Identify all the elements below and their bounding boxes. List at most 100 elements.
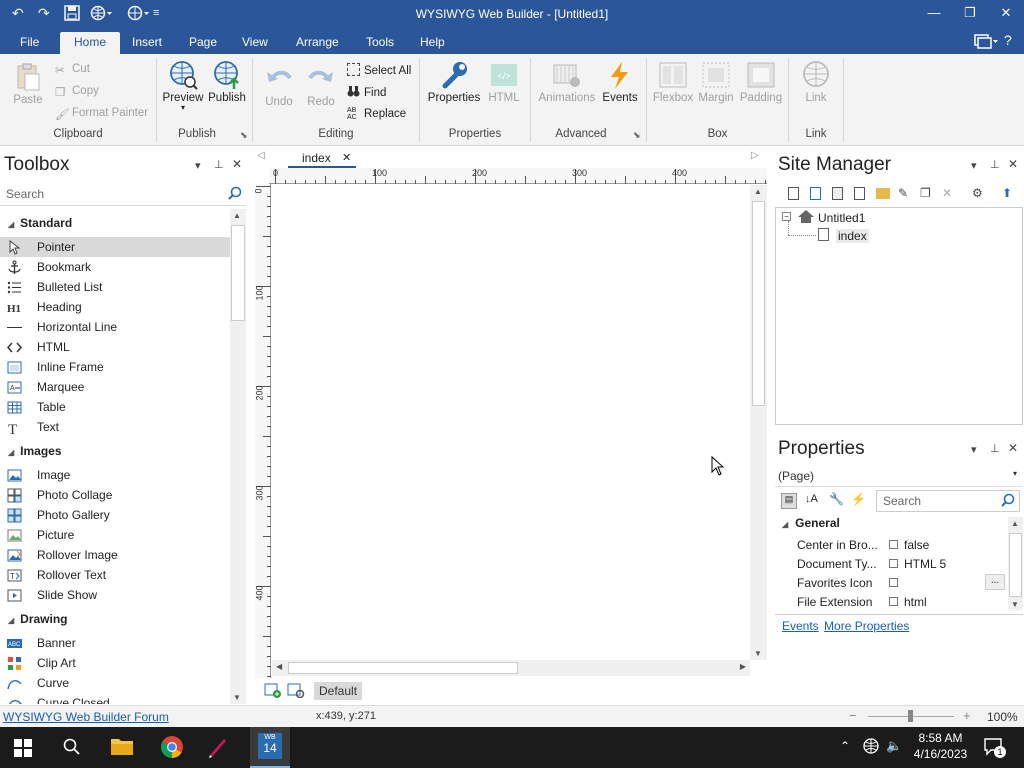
zoom-in-icon[interactable]: + <box>963 708 971 723</box>
find-button[interactable]: Find <box>347 85 386 99</box>
help-icon[interactable]: ? <box>1004 32 1012 48</box>
object-selector[interactable]: (Page) ▾ <box>775 467 1023 487</box>
preview-button[interactable]: Preview ▾ <box>162 60 204 112</box>
menu-help[interactable]: Help <box>420 35 445 49</box>
publish-launcher-icon[interactable]: ⬊ <box>240 130 248 141</box>
toolbox-item-photo-gallery[interactable]: Photo Gallery <box>0 505 230 525</box>
site-manager-dropdown-icon[interactable]: ▾ <box>971 159 977 172</box>
animations-button[interactable]: Animations <box>536 60 598 104</box>
advanced-launcher-icon[interactable]: ⬊ <box>633 130 641 141</box>
cut-button[interactable]: ✂ Cut <box>55 63 90 77</box>
properties-close-icon[interactable]: ✕ <box>1008 441 1018 455</box>
copy-button[interactable]: ❐ Copy <box>55 85 99 99</box>
toolbox-close-icon[interactable]: ✕ <box>232 157 242 171</box>
toolbox-item-html[interactable]: HTML <box>0 337 230 357</box>
collapse-icon[interactable]: − <box>782 212 791 221</box>
toolbox-item-text[interactable]: T Text <box>0 417 230 438</box>
categorized-icon[interactable]: ▤ <box>781 493 797 509</box>
toolbox-item-banner[interactable]: ABC Banner <box>0 633 230 653</box>
property-value[interactable]: false <box>904 538 929 552</box>
property-checkbox-icon[interactable] <box>889 559 898 568</box>
property-row[interactable]: File Extension html <box>778 593 1010 612</box>
property-row[interactable]: Document Ty... HTML 5 <box>778 555 1010 574</box>
menu-page[interactable]: Page <box>189 35 217 49</box>
toolbox-dropdown-icon[interactable]: ▾ <box>195 159 201 172</box>
minimize-icon[interactable]: — <box>916 5 952 20</box>
html-button[interactable]: </> HTML <box>484 60 524 104</box>
folder-icon[interactable] <box>876 188 890 199</box>
zoom-out-icon[interactable]: − <box>849 708 857 723</box>
editor-vscroll-thumb[interactable] <box>752 201 765 406</box>
property-checkbox-icon[interactable] <box>889 578 898 587</box>
pen-app-icon[interactable] <box>206 735 230 762</box>
zoom-slider-thumb[interactable] <box>908 710 913 722</box>
paste-button[interactable]: Paste <box>8 62 48 106</box>
redo-button[interactable]: Redo <box>302 64 340 108</box>
close-icon[interactable]: ✕ <box>988 5 1024 21</box>
favorites-icon-browse-button[interactable]: ... <box>985 574 1005 590</box>
property-checkbox-icon[interactable] <box>889 597 898 606</box>
chrome-icon[interactable] <box>160 735 184 762</box>
toolbox-category-images[interactable]: ◢ Images <box>0 441 230 461</box>
menu-tools[interactable]: Tools <box>366 35 394 49</box>
toolbox-item-marquee[interactable]: A Marquee <box>0 377 230 397</box>
more-properties-link[interactable]: More Properties <box>824 619 909 633</box>
property-value[interactable]: HTML 5 <box>904 557 946 571</box>
site-node[interactable]: Untitled1 <box>818 211 865 225</box>
editor-vscrollbar[interactable]: ▲ ▼ <box>750 185 767 660</box>
new-layout-icon[interactable] <box>264 682 282 701</box>
wysiwyg-taskbar-button[interactable]: WB 14 <box>250 727 290 768</box>
volume-icon[interactable]: 🔈 <box>886 738 902 754</box>
move-up-icon[interactable]: ⬆ <box>1002 186 1012 200</box>
layout-settings-icon[interactable] <box>287 682 305 701</box>
events-icon[interactable]: ⚡ <box>851 492 866 506</box>
forum-link[interactable]: WYSIWYG Web Builder Forum <box>3 710 169 724</box>
events-button[interactable]: Events <box>600 60 640 104</box>
link-page-icon[interactable] <box>854 187 865 200</box>
network-icon[interactable] <box>863 738 879 757</box>
edit-page-icon[interactable]: ✎ <box>898 186 908 200</box>
site-manager-pin-icon[interactable]: ⊥ <box>990 158 1000 171</box>
windows-start-icon[interactable] <box>14 739 32 760</box>
properties-search-input[interactable]: Search <box>876 490 1020 512</box>
layout-switch-icon[interactable] <box>974 33 998 52</box>
toolbox-item-curve-closed[interactable]: Curve Closed <box>0 693 230 704</box>
menu-home[interactable]: Home <box>60 32 121 54</box>
toolbox-item-rollover-image[interactable]: Rollover Image <box>0 545 230 565</box>
new-page-blank-icon[interactable] <box>810 187 821 200</box>
link-button[interactable]: Link <box>796 60 836 104</box>
menu-view[interactable]: View <box>242 35 268 49</box>
toolbox-item-clip-art[interactable]: Clip Art <box>0 653 230 673</box>
delete-page-icon[interactable]: ✕ <box>942 186 952 200</box>
toolbox-item-heading[interactable]: H1 Heading <box>0 297 230 317</box>
properties-pin-icon[interactable]: ⊥ <box>990 442 1000 455</box>
site-manager-close-icon[interactable]: ✕ <box>1008 157 1018 171</box>
sort-az-icon[interactable]: ↓A <box>805 493 818 505</box>
property-group-general[interactable]: ◢ General <box>778 516 1006 535</box>
menu-insert[interactable]: Insert <box>132 35 162 49</box>
toolbox-pin-icon[interactable]: ⊥ <box>214 158 224 171</box>
toolbox-item-inline-frame[interactable]: Inline Frame <box>0 357 230 377</box>
file-explorer-icon[interactable] <box>110 736 134 759</box>
restore-icon[interactable]: ❐ <box>952 5 988 21</box>
undo-button[interactable]: Undo <box>260 64 298 108</box>
toolbox-item-bulleted-list[interactable]: Bulleted List <box>0 277 230 297</box>
show-hidden-icons-icon[interactable]: ⌃ <box>840 739 850 753</box>
toolbox-search-input[interactable]: Search <box>0 184 246 206</box>
toolbox-scrollbar[interactable]: ▲ ▼ <box>230 209 246 704</box>
taskbar-search-icon[interactable] <box>63 738 81 759</box>
toolbox-item-bookmark[interactable]: Bookmark <box>0 257 230 277</box>
toolbox-item-picture[interactable]: Picture <box>0 525 230 545</box>
replace-button[interactable]: AB AC Replace <box>347 107 406 121</box>
select-all-button[interactable]: Select All <box>347 63 411 77</box>
property-row[interactable]: Favorites Icon <box>778 574 1010 593</box>
page-canvas[interactable] <box>272 185 750 660</box>
menu-file[interactable]: File <box>20 35 39 49</box>
padding-button[interactable]: Padding <box>738 60 784 104</box>
layout-default-tab[interactable]: Default <box>314 682 363 700</box>
toolbox-item-image[interactable]: Image <box>0 465 230 485</box>
editor-hscrollbar[interactable]: ◀ ▶ <box>272 660 750 676</box>
toolbox-item-horizontal-line[interactable]: Horizontal Line <box>0 317 230 337</box>
toolbox-item-table[interactable]: Table <box>0 397 230 417</box>
editor-hscroll-thumb[interactable] <box>288 662 518 674</box>
